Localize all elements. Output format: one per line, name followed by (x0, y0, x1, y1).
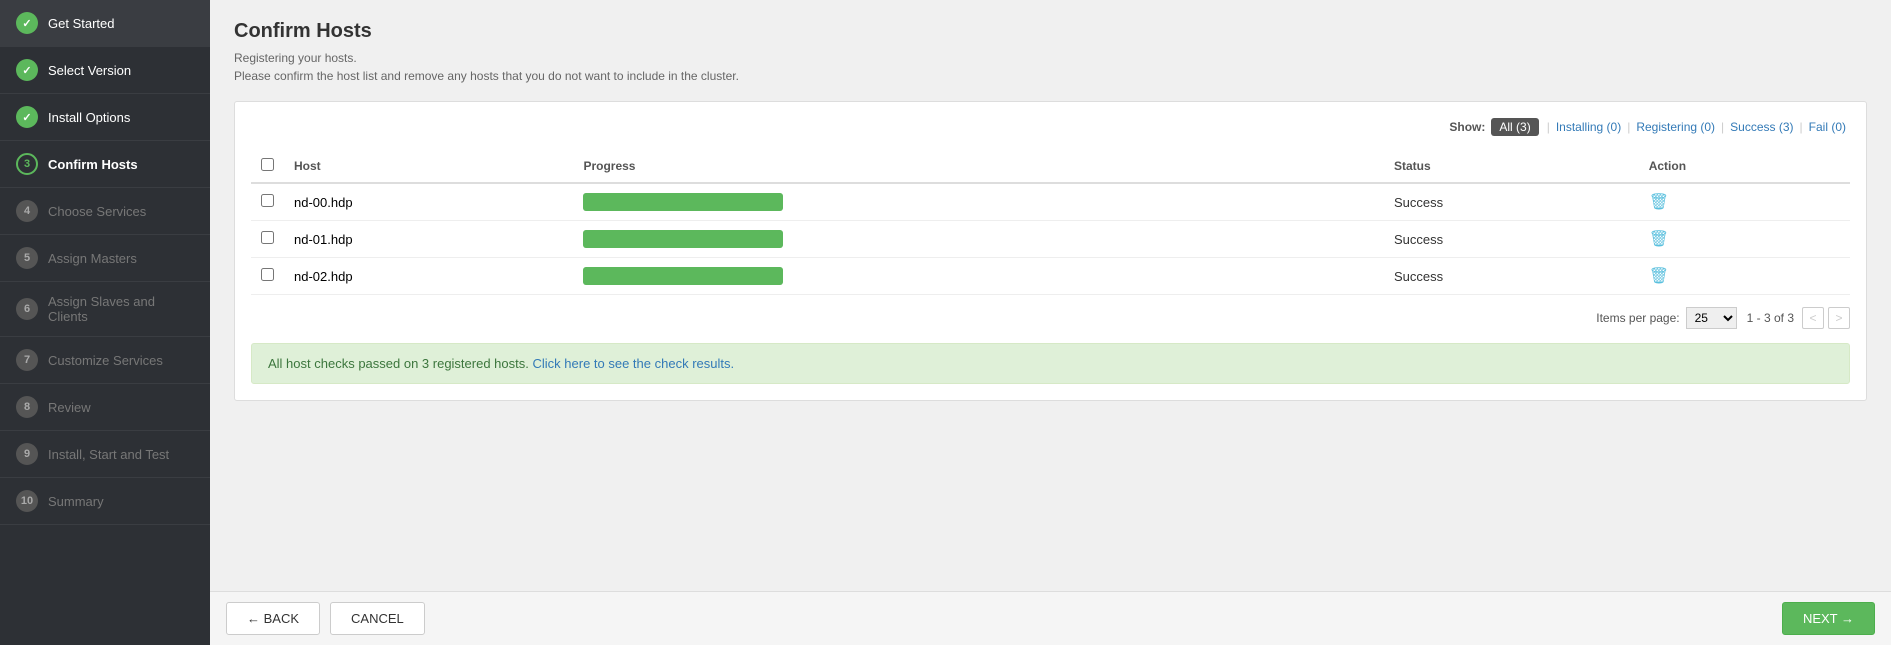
next-button[interactable]: NEXT → (1782, 602, 1875, 635)
action-3[interactable]: 🗑 (1639, 258, 1850, 295)
status-2: Success (1384, 221, 1639, 258)
filter-all[interactable]: All (3) (1491, 118, 1538, 136)
pagination-info: 1 - 3 of 3 (1747, 311, 1794, 325)
status-3: Success (1384, 258, 1639, 295)
sidebar-item-assign-masters[interactable]: 5 Assign Masters (0, 235, 210, 282)
progress-bar-bg-3 (583, 267, 783, 285)
col-host: Host (284, 150, 573, 183)
sidebar-item-summary[interactable]: 10 Summary (0, 478, 210, 525)
host-name-1: nd-00.hdp (284, 183, 573, 221)
table-row: nd-00.hdp Success 🗑 (251, 183, 1850, 221)
filter-registering[interactable]: Registering (0) (1636, 120, 1715, 134)
show-label: Show: (1449, 120, 1485, 134)
sidebar-label-confirm-hosts: Confirm Hosts (48, 157, 138, 172)
step-badge-install-options: ✓ (16, 106, 38, 128)
prev-page-button[interactable]: < (1802, 307, 1824, 329)
footer-left: ← BACK CANCEL (226, 602, 425, 635)
delete-icon-2[interactable]: 🗑 (1649, 231, 1669, 248)
sidebar-label-assign-slaves: Assign Slaves and Clients (48, 294, 194, 324)
sidebar-label-assign-masters: Assign Masters (48, 251, 137, 266)
step-badge-review: 8 (16, 396, 38, 418)
step-badge-assign-slaves: 6 (16, 298, 38, 320)
subtitle-line2: Please confirm the host list and remove … (234, 69, 739, 83)
row-checkbox-1[interactable] (251, 183, 284, 221)
sidebar-label-summary: Summary (48, 494, 104, 509)
footer: ← BACK CANCEL NEXT → (210, 591, 1891, 645)
sidebar-item-choose-services[interactable]: 4 Choose Services (0, 188, 210, 235)
page-subtitle: Registering your hosts. Please confirm t… (234, 49, 1867, 85)
progress-bar-fill-3 (583, 267, 783, 285)
table-row: nd-01.hdp Success 🗑 (251, 221, 1850, 258)
progress-bar-fill-1 (583, 193, 783, 211)
subtitle-line1: Registering your hosts. (234, 51, 357, 65)
filter-installing[interactable]: Installing (0) (1556, 120, 1621, 134)
delete-icon-3[interactable]: 🗑 (1649, 268, 1669, 285)
sidebar-label-install-options: Install Options (48, 110, 130, 125)
sidebar-label-customize-services: Customize Services (48, 353, 163, 368)
progress-bar-bg-2 (583, 230, 783, 248)
filter-success[interactable]: Success (3) (1730, 120, 1793, 134)
sidebar-item-review[interactable]: 8 Review (0, 384, 210, 431)
select-all-checkbox[interactable] (261, 158, 274, 171)
action-2[interactable]: 🗑 (1639, 221, 1850, 258)
sidebar-item-confirm-hosts[interactable]: 3 Confirm Hosts (0, 141, 210, 188)
sidebar-item-get-started[interactable]: ✓ Get Started (0, 0, 210, 47)
progress-cell-3 (573, 258, 1384, 295)
back-button[interactable]: ← BACK (226, 602, 320, 635)
filter-bar: Show: All (3) | Installing (0) | Registe… (251, 118, 1850, 136)
per-page-select[interactable]: 25 50 100 (1686, 307, 1737, 329)
sidebar-item-install-options[interactable]: ✓ Install Options (0, 94, 210, 141)
sidebar-label-install-start-test: Install, Start and Test (48, 447, 169, 462)
main-content: Confirm Hosts Registering your hosts. Pl… (210, 0, 1891, 645)
step-badge-assign-masters: 5 (16, 247, 38, 269)
row-checkbox-3[interactable] (251, 258, 284, 295)
progress-cell-2 (573, 221, 1384, 258)
sidebar-label-choose-services: Choose Services (48, 204, 146, 219)
cancel-button[interactable]: CANCEL (330, 602, 425, 635)
host-name-2: nd-01.hdp (284, 221, 573, 258)
main-panel: Show: All (3) | Installing (0) | Registe… (234, 101, 1867, 401)
filter-fail[interactable]: Fail (0) (1809, 120, 1846, 134)
sidebar-label-select-version: Select Version (48, 63, 131, 78)
host-table: Host Progress Status Action nd-00.hdp (251, 150, 1850, 295)
table-row: nd-02.hdp Success 🗑 (251, 258, 1850, 295)
success-text: All host checks passed on 3 registered h… (268, 356, 529, 371)
col-status: Status (1384, 150, 1639, 183)
step-badge-get-started: ✓ (16, 12, 38, 34)
page-title: Confirm Hosts (234, 20, 1867, 43)
pagination-row: Items per page: 25 50 100 1 - 3 of 3 < > (251, 307, 1850, 329)
content-body: Confirm Hosts Registering your hosts. Pl… (210, 0, 1891, 591)
step-badge-choose-services: 4 (16, 200, 38, 222)
sidebar: ✓ Get Started ✓ Select Version ✓ Install… (0, 0, 210, 645)
col-action: Action (1639, 150, 1850, 183)
step-badge-install-start-test: 9 (16, 443, 38, 465)
step-badge-select-version: ✓ (16, 59, 38, 81)
col-progress: Progress (573, 150, 1384, 183)
col-checkbox (251, 150, 284, 183)
sidebar-item-assign-slaves[interactable]: 6 Assign Slaves and Clients (0, 282, 210, 337)
sidebar-item-install-start-test[interactable]: 9 Install, Start and Test (0, 431, 210, 478)
step-badge-summary: 10 (16, 490, 38, 512)
row-checkbox-2[interactable] (251, 221, 284, 258)
progress-bar-bg-1 (583, 193, 783, 211)
check-results-link[interactable]: Click here to see the check results. (533, 356, 735, 371)
sidebar-item-customize-services[interactable]: 7 Customize Services (0, 337, 210, 384)
sidebar-item-select-version[interactable]: ✓ Select Version (0, 47, 210, 94)
step-badge-customize-services: 7 (16, 349, 38, 371)
sidebar-label-review: Review (48, 400, 91, 415)
action-1[interactable]: 🗑 (1639, 183, 1850, 221)
per-page-label: Items per page: (1596, 311, 1679, 325)
success-message: All host checks passed on 3 registered h… (251, 343, 1850, 384)
host-name-3: nd-02.hdp (284, 258, 573, 295)
next-page-button[interactable]: > (1828, 307, 1850, 329)
pagination-nav: < > (1802, 307, 1850, 329)
step-badge-confirm-hosts: 3 (16, 153, 38, 175)
progress-bar-fill-2 (583, 230, 783, 248)
sidebar-label-get-started: Get Started (48, 16, 114, 31)
progress-cell-1 (573, 183, 1384, 221)
delete-icon-1[interactable]: 🗑 (1649, 194, 1669, 211)
status-1: Success (1384, 183, 1639, 221)
